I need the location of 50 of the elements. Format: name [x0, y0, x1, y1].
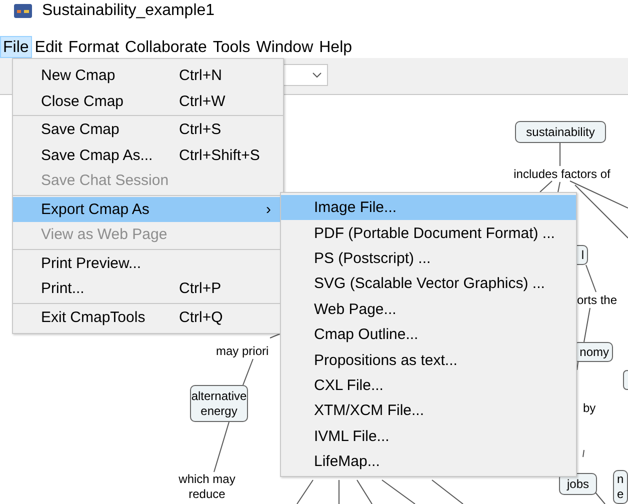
chevron-down-icon: [312, 72, 322, 78]
menu-item[interactable]: Print... Ctrl+P: [13, 276, 283, 302]
linking-phrase: which may reduce: [178, 472, 236, 502]
menu-item[interactable]: Print Preview...: [13, 250, 283, 276]
connector-line: [582, 450, 584, 458]
menu-bar-item[interactable]: Tools: [210, 36, 254, 58]
connector-line: [586, 264, 596, 292]
connector-line: [356, 480, 372, 504]
menu-bar-item[interactable]: Edit: [32, 36, 66, 58]
menu-item[interactable]: Close Cmap Ctrl+W: [13, 88, 283, 114]
connector-line: [214, 422, 230, 472]
connector-line: [270, 332, 282, 338]
menu-bar-item[interactable]: Help: [316, 36, 356, 58]
menu-bar-item[interactable]: Collaborate: [122, 36, 210, 58]
menu-item[interactable]: CXL File...: [281, 372, 576, 398]
menu-item[interactable]: PDF (Portable Document Format) ...: [281, 220, 576, 246]
submenu-item[interactable]: Export Cmap As ›: [13, 196, 283, 222]
menu-item[interactable]: XTM/XCM File...: [281, 398, 576, 424]
connector-line: [296, 480, 314, 504]
linking-phrase: may priori: [216, 343, 270, 359]
concept-node: jobs: [559, 473, 597, 495]
connector-line: [338, 480, 340, 504]
linking-phrase: by: [583, 400, 597, 416]
menu-item[interactable]: IVML File...: [281, 424, 576, 449]
concept-node: n e: [613, 470, 628, 504]
menu-item[interactable]: Cmap Outline...: [281, 322, 576, 348]
menu-item[interactable]: Propositions as text...: [281, 347, 576, 373]
connector-line: [540, 180, 552, 192]
concept-node: sustainability: [515, 121, 606, 143]
connector-line: [594, 492, 606, 504]
menu-bar-item[interactable]: Window: [253, 36, 316, 58]
menu-item[interactable]: Image File...: [281, 195, 576, 220]
connector-line: [382, 480, 416, 504]
menu-item[interactable]: SVG (Scalable Vector Graphics) ...: [281, 271, 576, 297]
app-icon: [14, 4, 32, 18]
menu-item[interactable]: Web Page...: [281, 296, 576, 322]
menu-item[interactable]: Save Cmap Ctrl+S: [13, 117, 283, 142]
window-title: Sustainability_example1: [42, 2, 215, 20]
linking-phrase: includes factors of: [512, 166, 612, 182]
menu-item[interactable]: Exit CmapTools Ctrl+Q: [13, 304, 283, 330]
connector-line: [242, 358, 254, 386]
linking-phrase: orts the: [577, 292, 618, 308]
menu-bar-item[interactable]: File: [0, 36, 32, 58]
menu-item[interactable]: Save Cmap As... Ctrl+Shift+S: [13, 142, 283, 168]
concept-node: alternative energy: [190, 385, 248, 422]
connector-line: [558, 182, 560, 192]
connector-line: [584, 308, 590, 342]
connector-line: [432, 480, 464, 504]
menu-bar-item[interactable]: Format: [65, 36, 122, 58]
menu-item[interactable]: LifeMap...: [281, 448, 576, 474]
